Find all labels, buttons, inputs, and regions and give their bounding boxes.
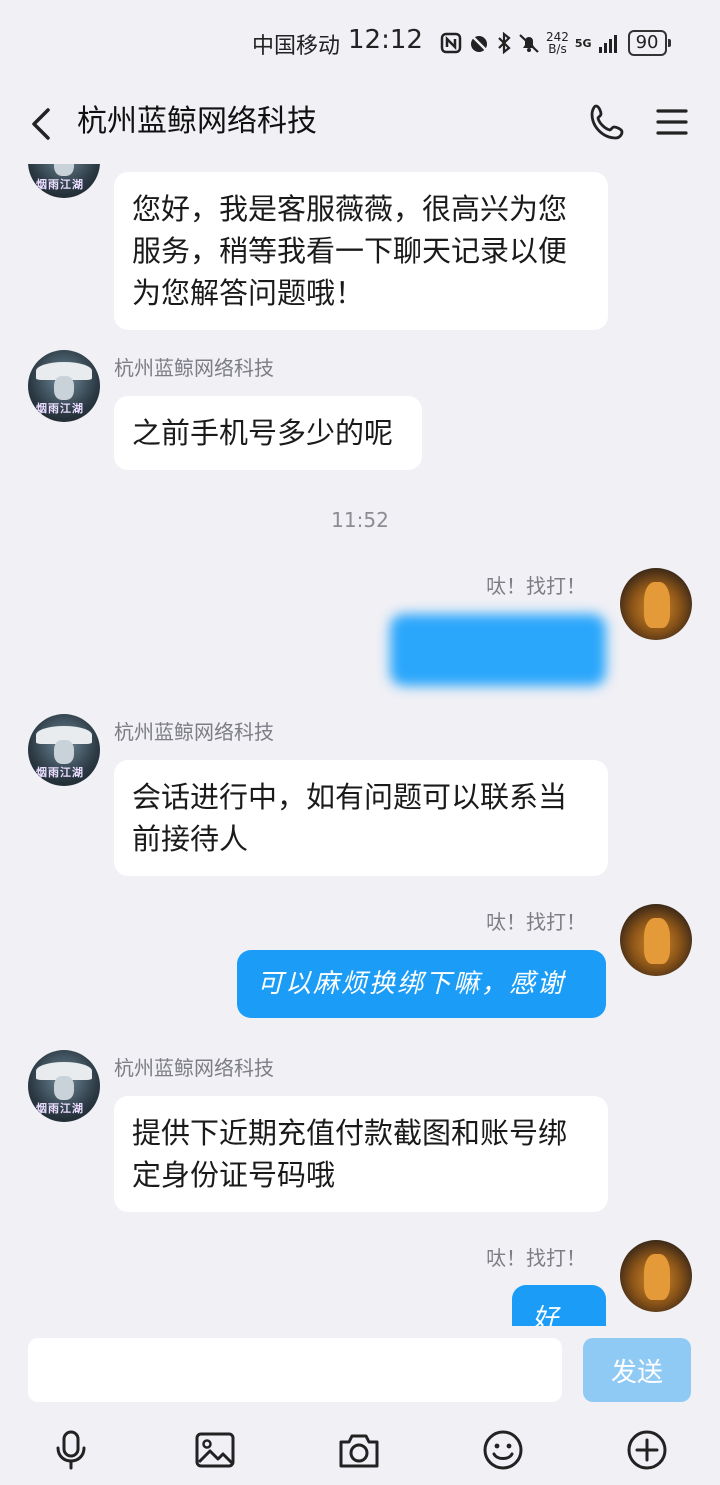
net-speed: 242 B/s: [546, 31, 569, 55]
agent-avatar[interactable]: 烟雨江湖: [28, 164, 100, 198]
bottom-toolbar: [0, 1416, 720, 1485]
network-type: 5G: [574, 36, 592, 50]
avatar-dog: [644, 918, 670, 964]
sender-name: 呔！找打！: [486, 574, 586, 598]
message-bubble-outgoing[interactable]: 好的: [512, 1285, 606, 1326]
message-bubble-incoming[interactable]: 提供下近期充值付款截图和账号绑定身份证号码哦: [114, 1096, 608, 1212]
message-input[interactable]: [28, 1338, 562, 1402]
chat-header: 杭州蓝鲸网络科技: [0, 84, 720, 164]
agent-avatar[interactable]: 烟雨江湖: [28, 1050, 100, 1122]
image-icon[interactable]: [193, 1428, 237, 1472]
signal-icon: [598, 35, 617, 53]
user-avatar[interactable]: [620, 1240, 692, 1312]
avatar-text: 烟雨江湖: [36, 402, 84, 415]
page-title: 杭州蓝鲸网络科技: [77, 104, 317, 139]
avatar-text: 烟雨江湖: [36, 178, 84, 191]
microphone-icon[interactable]: [49, 1428, 93, 1472]
sender-name: 呔！找打！: [486, 910, 586, 934]
status-icons: 242 B/s 5G 90: [440, 27, 671, 59]
message-bubble-incoming[interactable]: 之前手机号多少的呢: [114, 396, 422, 470]
phone-icon[interactable]: [586, 100, 630, 144]
nfc-icon: [440, 32, 462, 54]
battery-indicator: 90: [627, 30, 671, 56]
agent-avatar[interactable]: 烟雨江湖: [28, 350, 100, 422]
status-bar: 中国移动 12:12 242 B/s 5G 90: [0, 0, 720, 84]
sender-name: 呔！找打！: [486, 1246, 586, 1270]
alarm-off-icon: [470, 34, 488, 52]
avatar-face: [54, 740, 74, 764]
avatar-dog: [644, 582, 670, 628]
avatar-face: [54, 164, 74, 176]
chat-area[interactable]: 烟雨江湖 您好，我是客服薇薇，很高兴为您服务，稍等我看一下聊天记录以便为您解答问…: [0, 164, 720, 1326]
message-timestamp: 11:52: [331, 508, 389, 532]
send-button[interactable]: 发送: [583, 1338, 691, 1402]
input-bar: 发送: [0, 1326, 720, 1416]
user-avatar[interactable]: [620, 568, 692, 640]
avatar-dog: [644, 1254, 670, 1300]
sender-name: 杭州蓝鲸网络科技: [114, 356, 274, 380]
avatar-text: 烟雨江湖: [36, 1102, 84, 1115]
user-avatar[interactable]: [620, 904, 692, 976]
plus-icon[interactable]: [625, 1428, 669, 1472]
clock: 12:12: [348, 25, 423, 55]
message-bubble-outgoing-redacted[interactable]: [390, 614, 606, 686]
bluetooth-icon: [498, 32, 511, 54]
agent-avatar[interactable]: 烟雨江湖: [28, 714, 100, 786]
avatar-face: [54, 376, 74, 400]
message-bubble-incoming[interactable]: 会话进行中，如有问题可以联系当前接待人: [114, 760, 608, 876]
mute-icon: [519, 34, 539, 53]
back-icon[interactable]: [22, 102, 62, 146]
net-speed-unit: B/s: [548, 42, 567, 56]
emoji-icon[interactable]: [481, 1428, 525, 1472]
menu-icon[interactable]: [650, 100, 694, 144]
message-bubble-outgoing[interactable]: 可以麻烦换绑下嘛，感谢: [237, 950, 606, 1018]
message-bubble-incoming[interactable]: 您好，我是客服薇薇，很高兴为您服务，稍等我看一下聊天记录以便为您解答问题哦！: [114, 172, 608, 330]
sender-name: 杭州蓝鲸网络科技: [114, 720, 274, 744]
avatar-face: [54, 1076, 74, 1100]
avatar-text: 烟雨江湖: [36, 766, 84, 779]
carrier-label: 中国移动: [252, 34, 341, 59]
camera-icon[interactable]: [337, 1428, 381, 1472]
sender-name: 杭州蓝鲸网络科技: [114, 1056, 274, 1080]
